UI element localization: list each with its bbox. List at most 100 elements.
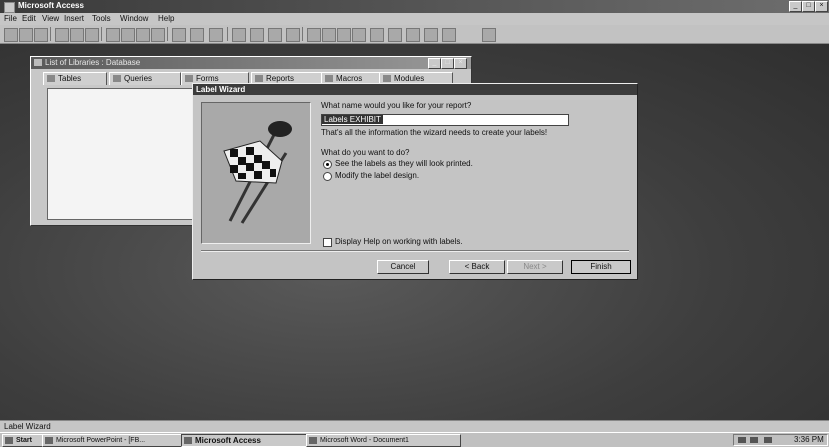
query-icon bbox=[113, 75, 121, 82]
next-button[interactable]: Next > bbox=[507, 260, 563, 274]
start-label: Start bbox=[16, 437, 32, 444]
database-window-title: List of Libraries : Database bbox=[45, 58, 141, 67]
task-label: Microsoft Word - Document1 bbox=[320, 437, 409, 444]
app-title: Microsoft Access bbox=[18, 1, 84, 10]
menu-bar: File Edit View Insert Tools Window Help bbox=[0, 13, 829, 25]
menu-file[interactable]: File bbox=[4, 14, 17, 23]
maximize-button[interactable]: □ bbox=[802, 1, 815, 12]
relationships2-icon[interactable] bbox=[388, 28, 402, 42]
office-links-icon[interactable] bbox=[190, 28, 204, 42]
new-object2-icon[interactable] bbox=[406, 28, 420, 42]
tab-label: Tables bbox=[58, 74, 82, 83]
task-word[interactable]: Microsoft Word - Document1 bbox=[306, 434, 461, 447]
word-icon bbox=[309, 437, 317, 444]
what-to-do-prompt: What do you want to do? bbox=[321, 148, 410, 157]
toolbar-separator bbox=[50, 27, 51, 41]
menu-view[interactable]: View bbox=[42, 14, 59, 23]
db-minimize-button[interactable]: _ bbox=[428, 58, 441, 69]
volume-icon[interactable] bbox=[750, 437, 758, 443]
clock: 3:36 PM bbox=[794, 435, 824, 444]
task-label: Microsoft PowerPoint - [FB... bbox=[56, 437, 146, 444]
cut-icon[interactable] bbox=[106, 28, 120, 42]
access-app-icon[interactable] bbox=[4, 2, 15, 13]
windows-logo-icon bbox=[5, 437, 13, 444]
db-close-button[interactable]: × bbox=[454, 58, 467, 69]
tray-app-icon[interactable] bbox=[764, 437, 772, 443]
code-icon[interactable] bbox=[232, 28, 246, 42]
menu-help[interactable]: Help bbox=[158, 14, 174, 23]
back-button[interactable]: < Back bbox=[449, 260, 505, 274]
office-assistant-icon[interactable] bbox=[442, 28, 456, 42]
close-button[interactable]: × bbox=[815, 1, 828, 12]
tab-tables[interactable]: Tables bbox=[43, 72, 107, 85]
report-name-value: Labels EXHIBIT bbox=[322, 115, 383, 124]
database-object-list[interactable] bbox=[47, 88, 199, 220]
code-builder-icon[interactable] bbox=[370, 28, 384, 42]
checkered-flag-image bbox=[201, 102, 311, 244]
display-help-checkbox[interactable] bbox=[323, 238, 332, 247]
analyze-icon[interactable] bbox=[209, 28, 223, 42]
modify-design-radio[interactable] bbox=[323, 172, 332, 181]
tab-label: Macros bbox=[336, 74, 363, 83]
tab-label: Modules bbox=[394, 74, 425, 83]
report-icon bbox=[255, 75, 263, 82]
tab-queries[interactable]: Queries bbox=[109, 72, 181, 85]
report-name-question: What name would you like for your report… bbox=[321, 101, 472, 110]
menu-insert[interactable]: Insert bbox=[64, 14, 84, 23]
module-icon bbox=[383, 75, 391, 82]
minimize-button[interactable]: _ bbox=[789, 1, 802, 12]
status-text: Label Wizard bbox=[4, 422, 51, 431]
relationships-icon[interactable] bbox=[268, 28, 282, 42]
new-object-icon[interactable] bbox=[286, 28, 300, 42]
taskbar: Start Microsoft PowerPoint - [FB... Micr… bbox=[0, 432, 829, 447]
toolbar-separator bbox=[167, 27, 168, 41]
toolbar-separator bbox=[227, 27, 228, 41]
macro-icon bbox=[325, 75, 333, 82]
spelling-icon[interactable] bbox=[85, 28, 99, 42]
menu-window[interactable]: Window bbox=[120, 14, 148, 23]
task-access[interactable]: Microsoft Access bbox=[181, 434, 308, 447]
modify-design-label[interactable]: Modify the label design. bbox=[335, 171, 419, 180]
database-window-title-bar[interactable]: List of Libraries : Database _ □ × bbox=[31, 57, 471, 69]
menu-edit[interactable]: Edit bbox=[22, 14, 36, 23]
tab-label: Queries bbox=[124, 74, 153, 83]
print-preview-icon[interactable] bbox=[70, 28, 84, 42]
access-icon bbox=[184, 437, 192, 444]
cancel-button[interactable]: Cancel bbox=[377, 260, 429, 274]
see-labels-radio[interactable] bbox=[323, 160, 332, 169]
properties-icon[interactable] bbox=[250, 28, 264, 42]
large-icons-icon[interactable] bbox=[307, 28, 321, 42]
finish-button[interactable]: Finish bbox=[571, 260, 631, 274]
form-icon bbox=[185, 75, 193, 82]
system-tray: 3:36 PM bbox=[733, 434, 828, 446]
wizard-title: Label Wizard bbox=[196, 85, 246, 94]
app-title-bar: Microsoft Access _ □ × bbox=[0, 0, 829, 13]
report-name-input[interactable]: Labels EXHIBIT bbox=[321, 114, 569, 126]
print-icon[interactable] bbox=[55, 28, 69, 42]
menu-tools[interactable]: Tools bbox=[92, 14, 111, 23]
paste-icon[interactable] bbox=[136, 28, 150, 42]
copy-icon[interactable] bbox=[121, 28, 135, 42]
wizard-title-bar[interactable]: Label Wizard bbox=[193, 84, 637, 95]
task-label: Microsoft Access bbox=[195, 436, 261, 445]
display-help-label[interactable]: Display Help on working with labels. bbox=[335, 237, 463, 246]
button-separator bbox=[201, 250, 629, 252]
db-maximize-button[interactable]: □ bbox=[441, 58, 454, 69]
new-icon[interactable] bbox=[4, 28, 18, 42]
tab-label: Forms bbox=[196, 74, 219, 83]
save-icon[interactable] bbox=[34, 28, 48, 42]
help-icon[interactable] bbox=[482, 28, 496, 42]
database-window-icon[interactable] bbox=[424, 28, 438, 42]
open-icon[interactable] bbox=[19, 28, 33, 42]
list-view-icon[interactable] bbox=[337, 28, 351, 42]
task-powerpoint[interactable]: Microsoft PowerPoint - [FB... bbox=[42, 434, 191, 447]
toolbar bbox=[0, 25, 829, 44]
details-view-icon[interactable] bbox=[352, 28, 366, 42]
undo-icon[interactable] bbox=[172, 28, 186, 42]
format-painter-icon[interactable] bbox=[151, 28, 165, 42]
small-icons-icon[interactable] bbox=[322, 28, 336, 42]
toolbar-separator bbox=[302, 27, 303, 41]
see-labels-label[interactable]: See the labels as they will look printed… bbox=[335, 159, 473, 168]
network-icon[interactable] bbox=[738, 437, 746, 443]
table-icon bbox=[47, 75, 55, 82]
